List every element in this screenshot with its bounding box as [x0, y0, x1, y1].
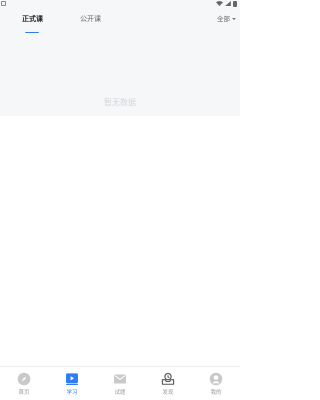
mail-icon	[114, 374, 126, 384]
nav-label-discover: 发现	[162, 390, 174, 396]
wifi-icon	[216, 1, 223, 6]
user-icon	[209, 372, 223, 386]
battery-icon	[233, 0, 237, 7]
video-book-icon	[66, 373, 78, 386]
bottom-nav: 首页 学习 试题 发现 我的	[0, 366, 240, 400]
caret-down-icon	[232, 18, 236, 20]
tray-icon	[161, 372, 175, 385]
nav-label-mine: 我的	[210, 390, 222, 396]
course-tab-bar: 正式课 公开课 全部	[0, 7, 240, 34]
nav-label-home: 首页	[18, 390, 30, 396]
nav-label-study: 学习	[66, 390, 78, 396]
filter-dropdown[interactable]: 全部	[217, 14, 236, 24]
compass-icon	[17, 372, 31, 386]
filter-label: 全部	[217, 15, 230, 23]
status-bar	[0, 0, 240, 7]
nav-item-study[interactable]: 学习	[48, 367, 96, 400]
nav-item-questions[interactable]: 试题	[96, 367, 144, 400]
notification-icon	[1, 1, 6, 6]
tab-public-course[interactable]: 公开课	[80, 14, 101, 24]
status-icons	[216, 0, 237, 7]
nav-label-questions: 试题	[114, 390, 126, 396]
nav-item-discover[interactable]: 发现	[144, 367, 192, 400]
course-list-area: 暂无数据	[0, 33, 240, 116]
empty-state-text: 暂无数据	[104, 98, 136, 107]
nav-item-mine[interactable]: 我的	[192, 367, 240, 400]
signal-icon	[225, 1, 231, 6]
tab-formal-course[interactable]: 正式课	[22, 14, 43, 24]
nav-item-home[interactable]: 首页	[0, 367, 48, 400]
